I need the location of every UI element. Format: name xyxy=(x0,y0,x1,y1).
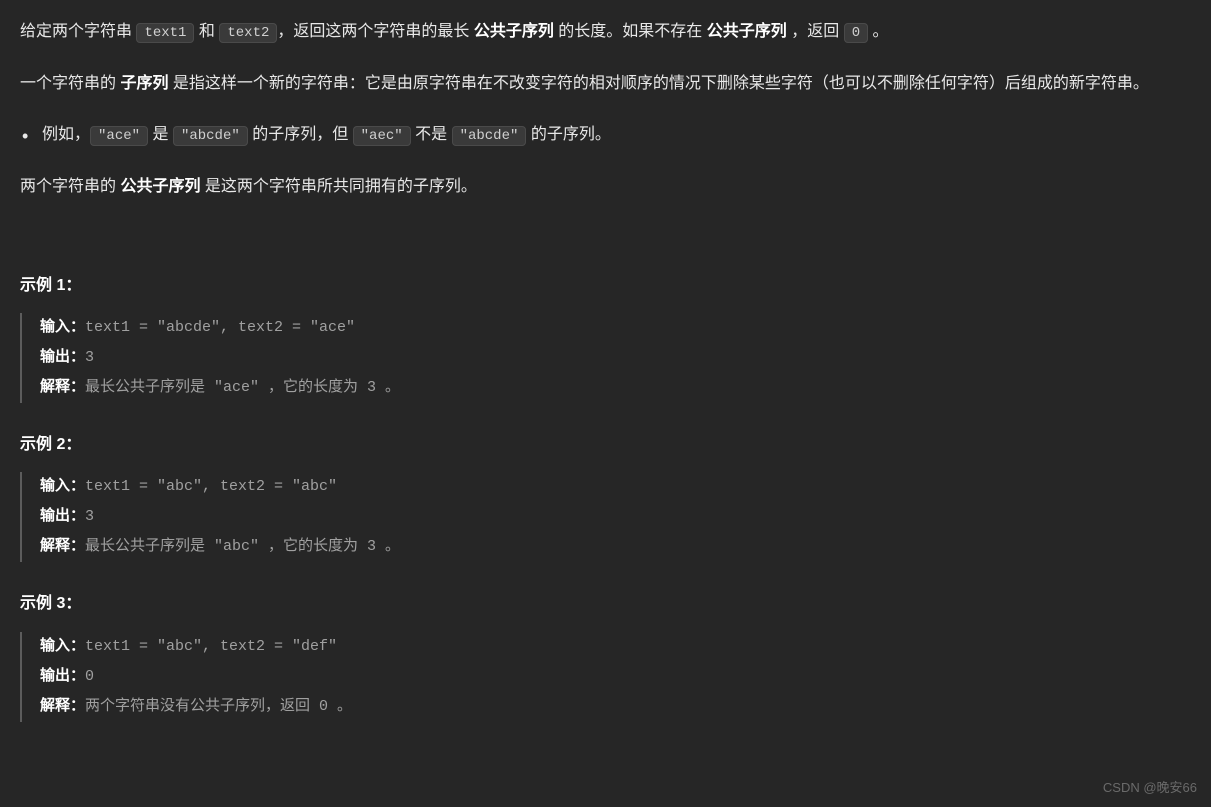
text: 。 xyxy=(868,23,888,40)
example-row: 解释：最长公共子序列是 "abc" ，它的长度为 3 。 xyxy=(40,532,1191,562)
input-value: text1 = "abc", text2 = "abc" xyxy=(85,478,337,495)
example-row: 输入：text1 = "abcde", text2 = "ace" xyxy=(40,313,1191,343)
explain-label: 解释： xyxy=(40,538,85,555)
definition-paragraph: 一个字符串的 子序列 是指这样一个新的字符串：它是由原字符串在不改变字符的相对顺… xyxy=(20,70,1191,97)
bold-text: 公共子序列 xyxy=(474,23,554,40)
bold-text: 公共子序列 xyxy=(707,23,787,40)
explain-label: 解释： xyxy=(40,698,85,715)
output-label: 输出： xyxy=(40,668,85,685)
explain-value: 最长公共子序列是 "abc" ，它的长度为 3 。 xyxy=(85,538,400,555)
output-label: 输出： xyxy=(40,349,85,366)
example-row: 输出：3 xyxy=(40,502,1191,532)
text: 一个字符串的 xyxy=(20,75,120,92)
example-bullet-list: 例如，"ace" 是 "abcde" 的子序列，但 "aec" 不是 "abcd… xyxy=(20,121,1191,149)
input-label: 输入： xyxy=(40,319,85,336)
text: 是指这样一个新的字符串：它是由原字符串在不改变字符的相对顺序的情况下删除某些字符… xyxy=(173,75,1149,92)
common-subsequence-paragraph: 两个字符串的 公共子序列 是这两个字符串所共同拥有的子序列。 xyxy=(20,173,1191,200)
example-row: 输入：text1 = "abc", text2 = "abc" xyxy=(40,472,1191,502)
text: 是这两个字符串所共同拥有的子序列。 xyxy=(200,178,476,195)
example-row: 输出：3 xyxy=(40,343,1191,373)
example-row: 输入：text1 = "abc", text2 = "def" xyxy=(40,632,1191,662)
text: ，返回 xyxy=(787,23,844,40)
text: 例如， xyxy=(42,126,90,143)
text: 两个字符串的 xyxy=(20,178,120,195)
explain-value: 最长公共子序列是 "ace" ，它的长度为 3 。 xyxy=(85,379,400,396)
input-label: 输入： xyxy=(40,478,85,495)
example-row: 解释：两个字符串没有公共子序列，返回 0 。 xyxy=(40,692,1191,722)
example-3-block: 输入：text1 = "abc", text2 = "def" 输出：0 解释：… xyxy=(20,632,1191,722)
text: 的子序列，但 xyxy=(248,126,353,143)
example-2-heading: 示例 2： xyxy=(20,431,1191,458)
code-abcde-2: "abcde" xyxy=(452,126,527,146)
intro-paragraph: 给定两个字符串 text1 和 text2，返回这两个字符串的最长 公共子序列 … xyxy=(20,18,1191,46)
explain-value: 两个字符串没有公共子序列，返回 0 。 xyxy=(85,698,352,715)
output-label: 输出： xyxy=(40,508,85,525)
code-zero: 0 xyxy=(844,23,868,43)
text: 和 xyxy=(194,23,219,40)
example-3-heading: 示例 3： xyxy=(20,590,1191,617)
text: 不是 xyxy=(411,126,452,143)
input-value: text1 = "abcde", text2 = "ace" xyxy=(85,319,355,336)
code-abcde: "abcde" xyxy=(173,126,248,146)
code-text1: text1 xyxy=(136,23,194,43)
bold-text: 公共子序列 xyxy=(120,178,200,195)
example-1-heading: 示例 1： xyxy=(20,272,1191,299)
output-value: 3 xyxy=(85,349,94,366)
example-2-block: 输入：text1 = "abc", text2 = "abc" 输出：3 解释：… xyxy=(20,472,1191,562)
example-row: 输出：0 xyxy=(40,662,1191,692)
explain-label: 解释： xyxy=(40,379,85,396)
output-value: 0 xyxy=(85,668,94,685)
output-value: 3 xyxy=(85,508,94,525)
code-aec: "aec" xyxy=(353,126,411,146)
bold-text: 子序列 xyxy=(120,75,172,92)
example-row: 解释：最长公共子序列是 "ace" ，它的长度为 3 。 xyxy=(40,373,1191,403)
text: 给定两个字符串 xyxy=(20,23,136,40)
bullet-item: 例如，"ace" 是 "abcde" 的子序列，但 "aec" 不是 "abcd… xyxy=(20,121,1191,149)
input-value: text1 = "abc", text2 = "def" xyxy=(85,638,337,655)
code-ace: "ace" xyxy=(90,126,148,146)
example-1-block: 输入：text1 = "abcde", text2 = "ace" 输出：3 解… xyxy=(20,313,1191,403)
watermark: CSDN @晚安66 xyxy=(1103,777,1197,799)
text: ，返回这两个字符串的最长 xyxy=(277,23,473,40)
input-label: 输入： xyxy=(40,638,85,655)
text: 的长度。如果不存在 xyxy=(554,23,707,40)
code-text2: text2 xyxy=(219,23,277,43)
text: 是 xyxy=(148,126,173,143)
text: 的子序列。 xyxy=(526,126,610,143)
